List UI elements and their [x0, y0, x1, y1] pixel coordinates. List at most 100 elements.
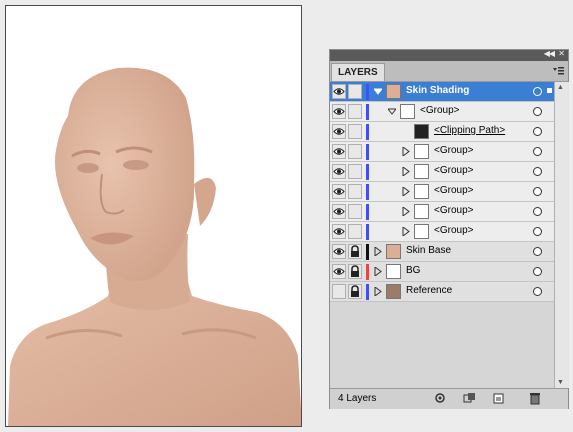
eye-icon	[333, 208, 345, 215]
target-circle-icon[interactable]	[533, 247, 542, 256]
expand-arrow-icon[interactable]	[402, 147, 410, 156]
layer-thumbnail	[386, 284, 401, 299]
new-sublayer-icon[interactable]	[492, 392, 506, 405]
layer-thumbnail	[386, 84, 401, 99]
layer-row[interactable]: Skin Shading	[330, 82, 554, 102]
visibility-toggle[interactable]	[332, 204, 346, 219]
layer-name[interactable]: Skin Shading	[406, 85, 469, 96]
trash-icon[interactable]	[528, 392, 542, 405]
target-circle-icon[interactable]	[533, 147, 542, 156]
scroll-down-icon[interactable]: ▼	[557, 379, 564, 386]
lock-toggle[interactable]	[348, 204, 362, 219]
layer-thumbnail	[400, 104, 415, 119]
panel-footer: 4 Layers	[330, 388, 568, 409]
collapse-arrow-icon[interactable]	[388, 107, 396, 116]
artboard[interactable]	[5, 5, 302, 427]
locate-object-icon[interactable]	[434, 392, 448, 405]
lock-toggle[interactable]	[348, 124, 362, 139]
scroll-up-icon[interactable]: ▲	[557, 84, 564, 91]
expand-arrow-icon[interactable]	[402, 227, 410, 236]
visibility-toggle[interactable]	[332, 224, 346, 239]
visibility-toggle[interactable]	[332, 164, 346, 179]
target-circle-icon[interactable]	[533, 127, 542, 136]
expand-arrow-icon[interactable]	[374, 267, 382, 276]
eye-icon	[333, 148, 345, 155]
target-circle-icon[interactable]	[533, 167, 542, 176]
visibility-toggle[interactable]	[332, 124, 346, 139]
target-circle-icon[interactable]	[533, 107, 542, 116]
lock-toggle[interactable]	[348, 164, 362, 179]
layer-row[interactable]: Reference	[330, 282, 554, 302]
selection-indicator	[547, 88, 552, 93]
expand-arrow-icon[interactable]	[374, 247, 382, 256]
layer-name[interactable]: Reference	[406, 285, 452, 296]
visibility-toggle[interactable]	[332, 144, 346, 159]
expand-arrow-icon[interactable]	[402, 187, 410, 196]
layer-name[interactable]: <Group>	[434, 205, 473, 216]
lock-toggle[interactable]	[348, 224, 362, 239]
expand-arrow-icon[interactable]	[402, 167, 410, 176]
eye-icon	[333, 228, 345, 235]
clipping-mask-icon[interactable]	[463, 392, 477, 405]
lock-toggle[interactable]	[348, 84, 362, 99]
layer-thumbnail	[414, 224, 429, 239]
portrait-illustration	[8, 67, 301, 426]
target-circle-icon[interactable]	[533, 207, 542, 216]
layer-row[interactable]: Skin Base	[330, 242, 554, 262]
target-circle-icon[interactable]	[533, 287, 542, 296]
lock-toggle[interactable]	[348, 264, 362, 279]
panel-menu-icon[interactable]	[552, 65, 564, 77]
target-circle-icon[interactable]	[533, 227, 542, 236]
layer-name[interactable]: <Clipping Path>	[434, 125, 505, 136]
layer-color-indicator	[366, 204, 369, 220]
layer-row[interactable]: <Clipping Path>	[330, 122, 554, 142]
visibility-toggle[interactable]	[332, 284, 346, 299]
visibility-toggle[interactable]	[332, 244, 346, 259]
layer-name[interactable]: <Group>	[420, 105, 459, 116]
layer-count: 4 Layers	[338, 393, 377, 404]
layer-color-indicator	[366, 124, 369, 140]
layer-row[interactable]: <Group>	[330, 102, 554, 122]
layer-name[interactable]: <Group>	[434, 225, 473, 236]
collapse-arrow-icon[interactable]	[374, 87, 382, 96]
expand-arrow-icon[interactable]	[402, 207, 410, 216]
close-panel-icon[interactable]: ✕	[558, 49, 565, 58]
layers-panel: ◀◀ ✕ LAYERS Skin Shading <Group> <Clipping…	[329, 49, 569, 409]
layer-color-indicator	[366, 284, 369, 300]
collapse-panel-icon[interactable]: ◀◀	[544, 49, 555, 58]
expand-arrow-icon[interactable]	[374, 287, 382, 296]
layer-name[interactable]: BG	[406, 265, 420, 276]
layer-name[interactable]: <Group>	[434, 145, 473, 156]
target-circle-icon[interactable]	[533, 267, 542, 276]
visibility-toggle[interactable]	[332, 264, 346, 279]
layer-color-indicator	[366, 144, 369, 160]
layer-name[interactable]: <Group>	[434, 185, 473, 196]
layer-thumbnail	[414, 204, 429, 219]
layer-name[interactable]: Skin Base	[406, 245, 451, 256]
lock-toggle[interactable]	[348, 284, 362, 299]
target-circle-icon[interactable]	[533, 187, 542, 196]
lock-toggle[interactable]	[348, 244, 362, 259]
layer-row[interactable]: <Group>	[330, 182, 554, 202]
lock-toggle[interactable]	[348, 144, 362, 159]
tab-layers[interactable]: LAYERS	[331, 63, 385, 81]
layer-row[interactable]: <Group>	[330, 142, 554, 162]
scrollbar[interactable]: ▲ ▼	[554, 82, 569, 388]
layer-row[interactable]: <Group>	[330, 222, 554, 242]
layer-color-indicator	[366, 264, 369, 280]
visibility-toggle[interactable]	[332, 84, 346, 99]
layer-color-indicator	[366, 84, 369, 100]
layer-color-indicator	[366, 104, 369, 120]
lock-toggle[interactable]	[348, 184, 362, 199]
layer-row[interactable]: <Group>	[330, 162, 554, 182]
panel-title-bar[interactable]: ◀◀ ✕	[330, 49, 568, 61]
layer-name[interactable]: <Group>	[434, 165, 473, 176]
eye-icon	[333, 248, 345, 255]
visibility-toggle[interactable]	[332, 104, 346, 119]
layer-row[interactable]: <Group>	[330, 202, 554, 222]
layer-row[interactable]: BG	[330, 262, 554, 282]
eye-icon	[333, 108, 345, 115]
visibility-toggle[interactable]	[332, 184, 346, 199]
lock-toggle[interactable]	[348, 104, 362, 119]
target-circle-icon[interactable]	[533, 87, 542, 96]
